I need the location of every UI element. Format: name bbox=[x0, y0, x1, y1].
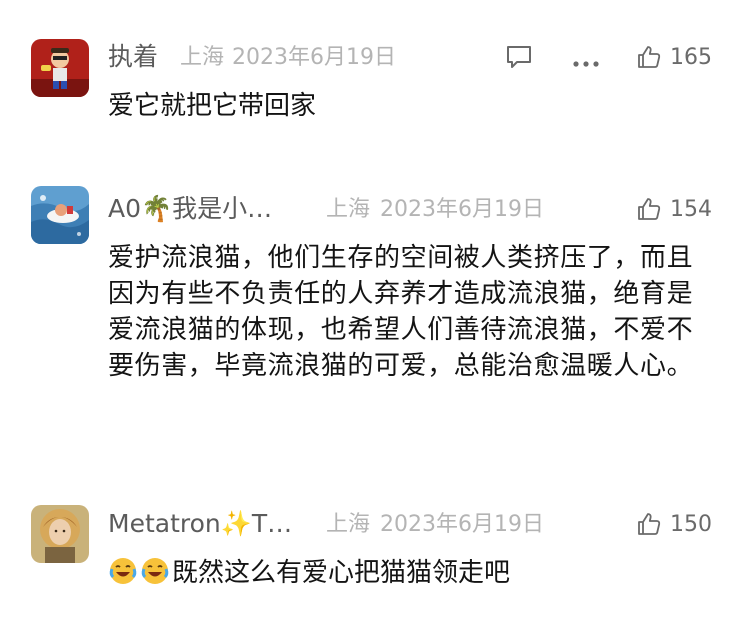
thumbs-up-icon bbox=[638, 198, 661, 220]
crying-laughing-emoji-icon bbox=[108, 556, 138, 586]
comment-text: 爱它就把它带回家 bbox=[108, 91, 317, 121]
comment-text: 既然这么有爱心把猫猫领走吧 bbox=[172, 558, 511, 588]
thumbs-up-icon bbox=[638, 513, 661, 535]
comment-username[interactable]: 执着 bbox=[108, 42, 158, 72]
red-cartoon-avatar-icon bbox=[31, 39, 89, 97]
comment-text: 爱护流浪猫，他们生存的空间被人类挤压了，而且因为有些不负责任的人弃养才造成流浪猫… bbox=[108, 243, 694, 381]
like-count: 150 bbox=[670, 511, 712, 537]
crying-laughing-emoji-icon bbox=[140, 556, 170, 586]
comment-date: 2023年6月19日 bbox=[380, 197, 544, 222]
like-button[interactable]: 150 bbox=[636, 509, 712, 539]
thumbs-up-icon bbox=[638, 46, 661, 68]
like-count: 165 bbox=[670, 44, 712, 70]
comment-date: 2023年6月19日 bbox=[232, 45, 396, 70]
more-options-icon[interactable] bbox=[572, 53, 600, 72]
avatar[interactable] bbox=[31, 505, 89, 563]
comment-location: 上海 bbox=[326, 197, 371, 222]
reply-icon[interactable] bbox=[505, 44, 533, 74]
comment-text-line: 既然这么有爱心把猫猫领走吧 bbox=[108, 555, 718, 591]
like-count: 154 bbox=[670, 196, 712, 222]
comment-date: 2023年6月19日 bbox=[380, 512, 544, 537]
comment-location: 上海 bbox=[326, 512, 371, 537]
boat-on-water-avatar-icon bbox=[31, 186, 89, 244]
like-button[interactable]: 154 bbox=[636, 194, 712, 224]
avatar[interactable] bbox=[31, 39, 89, 97]
like-button[interactable]: 165 bbox=[636, 42, 712, 72]
painted-portrait-avatar-icon bbox=[31, 505, 89, 563]
comment-location: 上海 bbox=[180, 45, 225, 70]
avatar[interactable] bbox=[31, 186, 89, 244]
comment-username[interactable]: Metatron✨T… bbox=[108, 509, 292, 539]
comment-username[interactable]: A0🌴我是小… bbox=[108, 194, 272, 224]
